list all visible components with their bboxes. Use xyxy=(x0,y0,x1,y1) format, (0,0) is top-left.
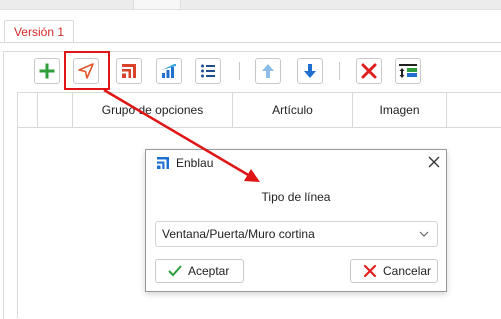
cancel-label: Cancelar xyxy=(383,264,432,278)
grid-col-0[interactable] xyxy=(18,93,38,127)
tab-version-1[interactable]: Versión 1 xyxy=(4,20,74,43)
cancel-x-icon xyxy=(363,264,377,278)
grid-col-grupo[interactable]: Grupo de opciones xyxy=(73,93,233,127)
delete-icon xyxy=(361,63,377,79)
top-tab-strip xyxy=(0,0,501,10)
bar-chart-button[interactable] xyxy=(156,58,182,84)
tab-underline xyxy=(0,42,501,43)
chevron-down-icon xyxy=(419,231,429,237)
grid-col-1[interactable] xyxy=(38,93,73,127)
sort-settings-button[interactable] xyxy=(395,58,421,84)
line-type-dialog: Enblau Tipo de línea Ventana/Puerta/Muro… xyxy=(145,149,447,292)
add-icon xyxy=(39,63,55,79)
enblau-logo-icon xyxy=(157,157,169,169)
top-tab[interactable] xyxy=(133,0,181,9)
dialog-title: Enblau xyxy=(176,156,214,170)
cancel-button[interactable]: Cancelar xyxy=(350,259,438,283)
checkmark-icon xyxy=(168,265,182,277)
line-type-select[interactable]: Ventana/Puerta/Muro cortina xyxy=(155,221,438,247)
toolbar-separator xyxy=(239,62,240,80)
bar-chart-icon xyxy=(162,64,176,78)
list-button[interactable] xyxy=(195,58,221,84)
grid-left-border xyxy=(17,128,18,318)
close-icon[interactable] xyxy=(427,155,441,169)
line-type-select-value: Ventana/Puerta/Muro cortina xyxy=(162,227,315,241)
delete-button[interactable] xyxy=(356,58,382,84)
settings-sort-icon xyxy=(399,64,417,78)
line-type-label: Tipo de línea xyxy=(261,190,331,204)
stair-profile-button[interactable] xyxy=(116,58,142,84)
move-down-icon xyxy=(304,64,316,78)
toolbar-separator xyxy=(339,62,340,80)
grid-col-articulo[interactable]: Artículo xyxy=(233,93,353,127)
grid-col-5[interactable] xyxy=(447,93,501,127)
move-up-icon xyxy=(262,64,274,78)
grid-col-imagen[interactable]: Imagen xyxy=(353,93,447,127)
list-icon xyxy=(201,64,215,78)
add-button[interactable] xyxy=(34,58,60,84)
accept-label: Aceptar xyxy=(188,264,230,278)
move-up-button[interactable] xyxy=(255,58,281,84)
move-down-button[interactable] xyxy=(297,58,323,84)
pointer-button-highlight xyxy=(64,51,110,90)
stair-profile-icon xyxy=(122,64,136,78)
accept-button[interactable]: Aceptar xyxy=(155,259,244,283)
options-grid: Grupo de opciones Artículo Imagen xyxy=(17,92,501,128)
